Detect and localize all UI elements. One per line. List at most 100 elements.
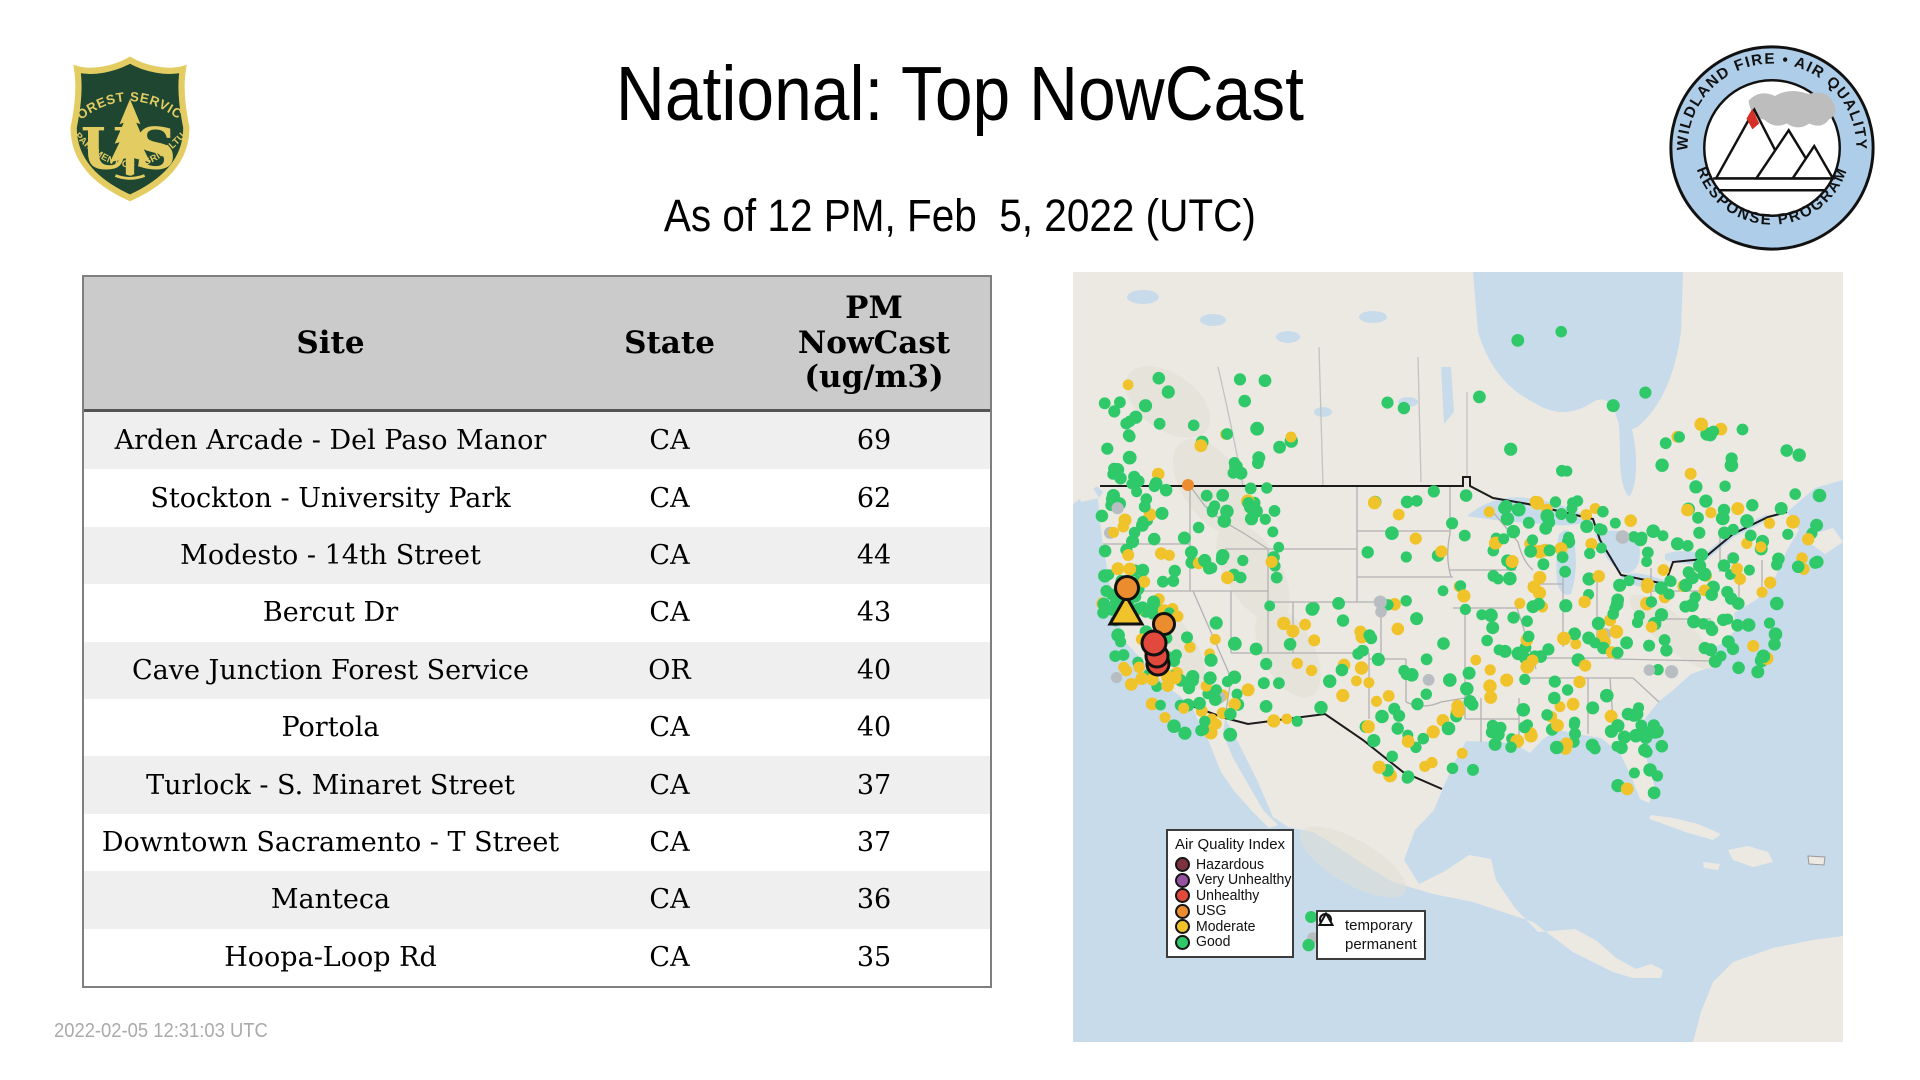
monitor-dot-moderate [1551,719,1564,732]
monitor-dot-good [1161,385,1175,399]
monitor-dot-good [1398,664,1410,677]
monitor-dot-good [1234,571,1247,584]
aqi-legend: Air Quality Index Hazardous Very Unhealth… [1166,829,1294,958]
monitor-dot-good [1168,564,1181,578]
monitor-dot-good [1187,419,1200,432]
monitor-dot-good [1791,560,1805,574]
monitor-dot-moderate [1138,575,1151,588]
monitor-dot-good [1397,401,1411,415]
monitor-dot-good [1153,417,1166,430]
monitor-dot-good [1157,575,1169,588]
monitor-dot-good [1521,615,1533,627]
aqi-legend-item: Very Unhealthy [1174,872,1291,888]
monitor-dot-good [1122,429,1135,442]
monitor-dot-good [1138,399,1153,413]
monitor-dot-good [1504,442,1518,456]
monitor-dot-good [1717,559,1731,572]
monitor-dot-good [1363,629,1376,642]
site-cell: Arden Arcade - Del Paso Manor [114,425,547,457]
monitor-dot-good [1697,618,1710,630]
monitor-dot-moderate [1500,673,1514,687]
monitor-dot-nodata [1111,502,1124,515]
monitor-dot-moderate [1657,564,1670,576]
monitor-dot-good [1725,452,1738,465]
monitor-dot-moderate [1483,679,1497,693]
site-cell: Portola [281,712,380,744]
monitor-dot-moderate [1124,678,1138,691]
monitor-dot-good [1223,727,1238,742]
monitor-dot-good [1511,646,1526,661]
monitor-dot-good [1332,597,1345,610]
legend-label: USG [1196,903,1227,920]
monitor-dot-good [1743,564,1755,576]
hazardous-swatch-icon [1175,857,1190,873]
legend-label: Good [1196,934,1231,951]
monitor-dot-moderate [1351,675,1362,687]
monitor-dot-good [1417,732,1429,745]
legend-label: temporary [1345,917,1413,934]
generation-timestamp: 2022-02-05 12:31:03 UTC [54,1020,268,1042]
aqi-legend-item: Hazardous [1174,857,1286,873]
northern-lake-3 [1276,331,1300,343]
monitor-dot-good [1336,614,1350,627]
monitor-dot-moderate [1392,508,1405,521]
value-cell: 37 [856,826,892,858]
monitor-dot-moderate [1756,586,1768,598]
monitor-dot-moderate [1305,664,1318,677]
monitor-dot-good [1137,516,1149,527]
monitor-dot-good [1484,608,1498,623]
monitor-dot-good [1098,544,1112,558]
monitor-dot-good [1494,721,1507,734]
monitor-dot-good [1114,396,1126,409]
monitor-dot-moderate [1267,714,1281,728]
monitor-dot-good [1727,552,1740,564]
monitor-dot-good [1629,728,1643,743]
monitor-dot-good [1488,737,1502,751]
monitor-dot-good [1741,618,1756,632]
site-cell: Bercut Dr [262,597,399,629]
monitor-dot-good [1126,478,1138,490]
monitor-dot-good [1227,467,1239,479]
monitor-dot-moderate [1178,702,1190,714]
monitor-dot-moderate [1694,417,1708,432]
monitor-dot-good [1268,505,1281,517]
monitor-dot-good [1721,635,1735,649]
monitor-dot-good [1792,448,1806,462]
monitor-dot-good [1427,485,1440,498]
monitor-dot-good [1670,537,1685,551]
monitor-dot-good [1111,628,1125,642]
monitor-dot-good [1467,763,1479,776]
monitor-dot-moderate [1291,657,1303,670]
monitor-dot-good [1221,428,1233,440]
monitor-dot-good [1746,499,1759,512]
monitor-dot-good [1522,516,1535,529]
monitor-dot-good [1217,514,1232,528]
monitor-dot-good [1736,423,1749,436]
wfaqrp-logo: WILDLAND FIRE • AIR QUALITY RESPONSE PRO… [1669,45,1875,251]
monitor-dot-good [1555,508,1568,520]
monitor-dot-good [1607,608,1619,620]
monitor-dot-good [1537,558,1550,571]
permanent-triangle-icon [1318,912,1340,953]
monitor-dot-good [1812,488,1827,503]
monitor-dot-good [1411,697,1424,711]
monitor-dot-good [1541,709,1553,721]
monitor-dot-good [1645,596,1658,608]
monitor-dot-good [1264,600,1276,612]
monitor-dot-moderate [1123,562,1137,576]
table-row: Arden Arcade - Del Paso Manor CA 69 [84,412,990,470]
monitor-dot-good [1270,571,1283,584]
monitor-dot-good [1437,637,1450,650]
monitor-dot-good [1227,670,1242,684]
monitor-dot-good [1763,617,1776,629]
monitor-dot-good [1244,512,1259,526]
monitor-dot-moderate [1435,545,1448,558]
monitor-dot-moderate [1285,431,1297,443]
monitor-dot-good [1155,506,1169,520]
monitor-dot-moderate [1755,541,1767,553]
monitor-dot-good [1244,482,1257,495]
monitor-dot-moderate [1624,514,1637,527]
northern-lake-1 [1127,290,1159,304]
state-cell: CA [649,826,690,858]
monitor-dot-good [1323,674,1337,688]
